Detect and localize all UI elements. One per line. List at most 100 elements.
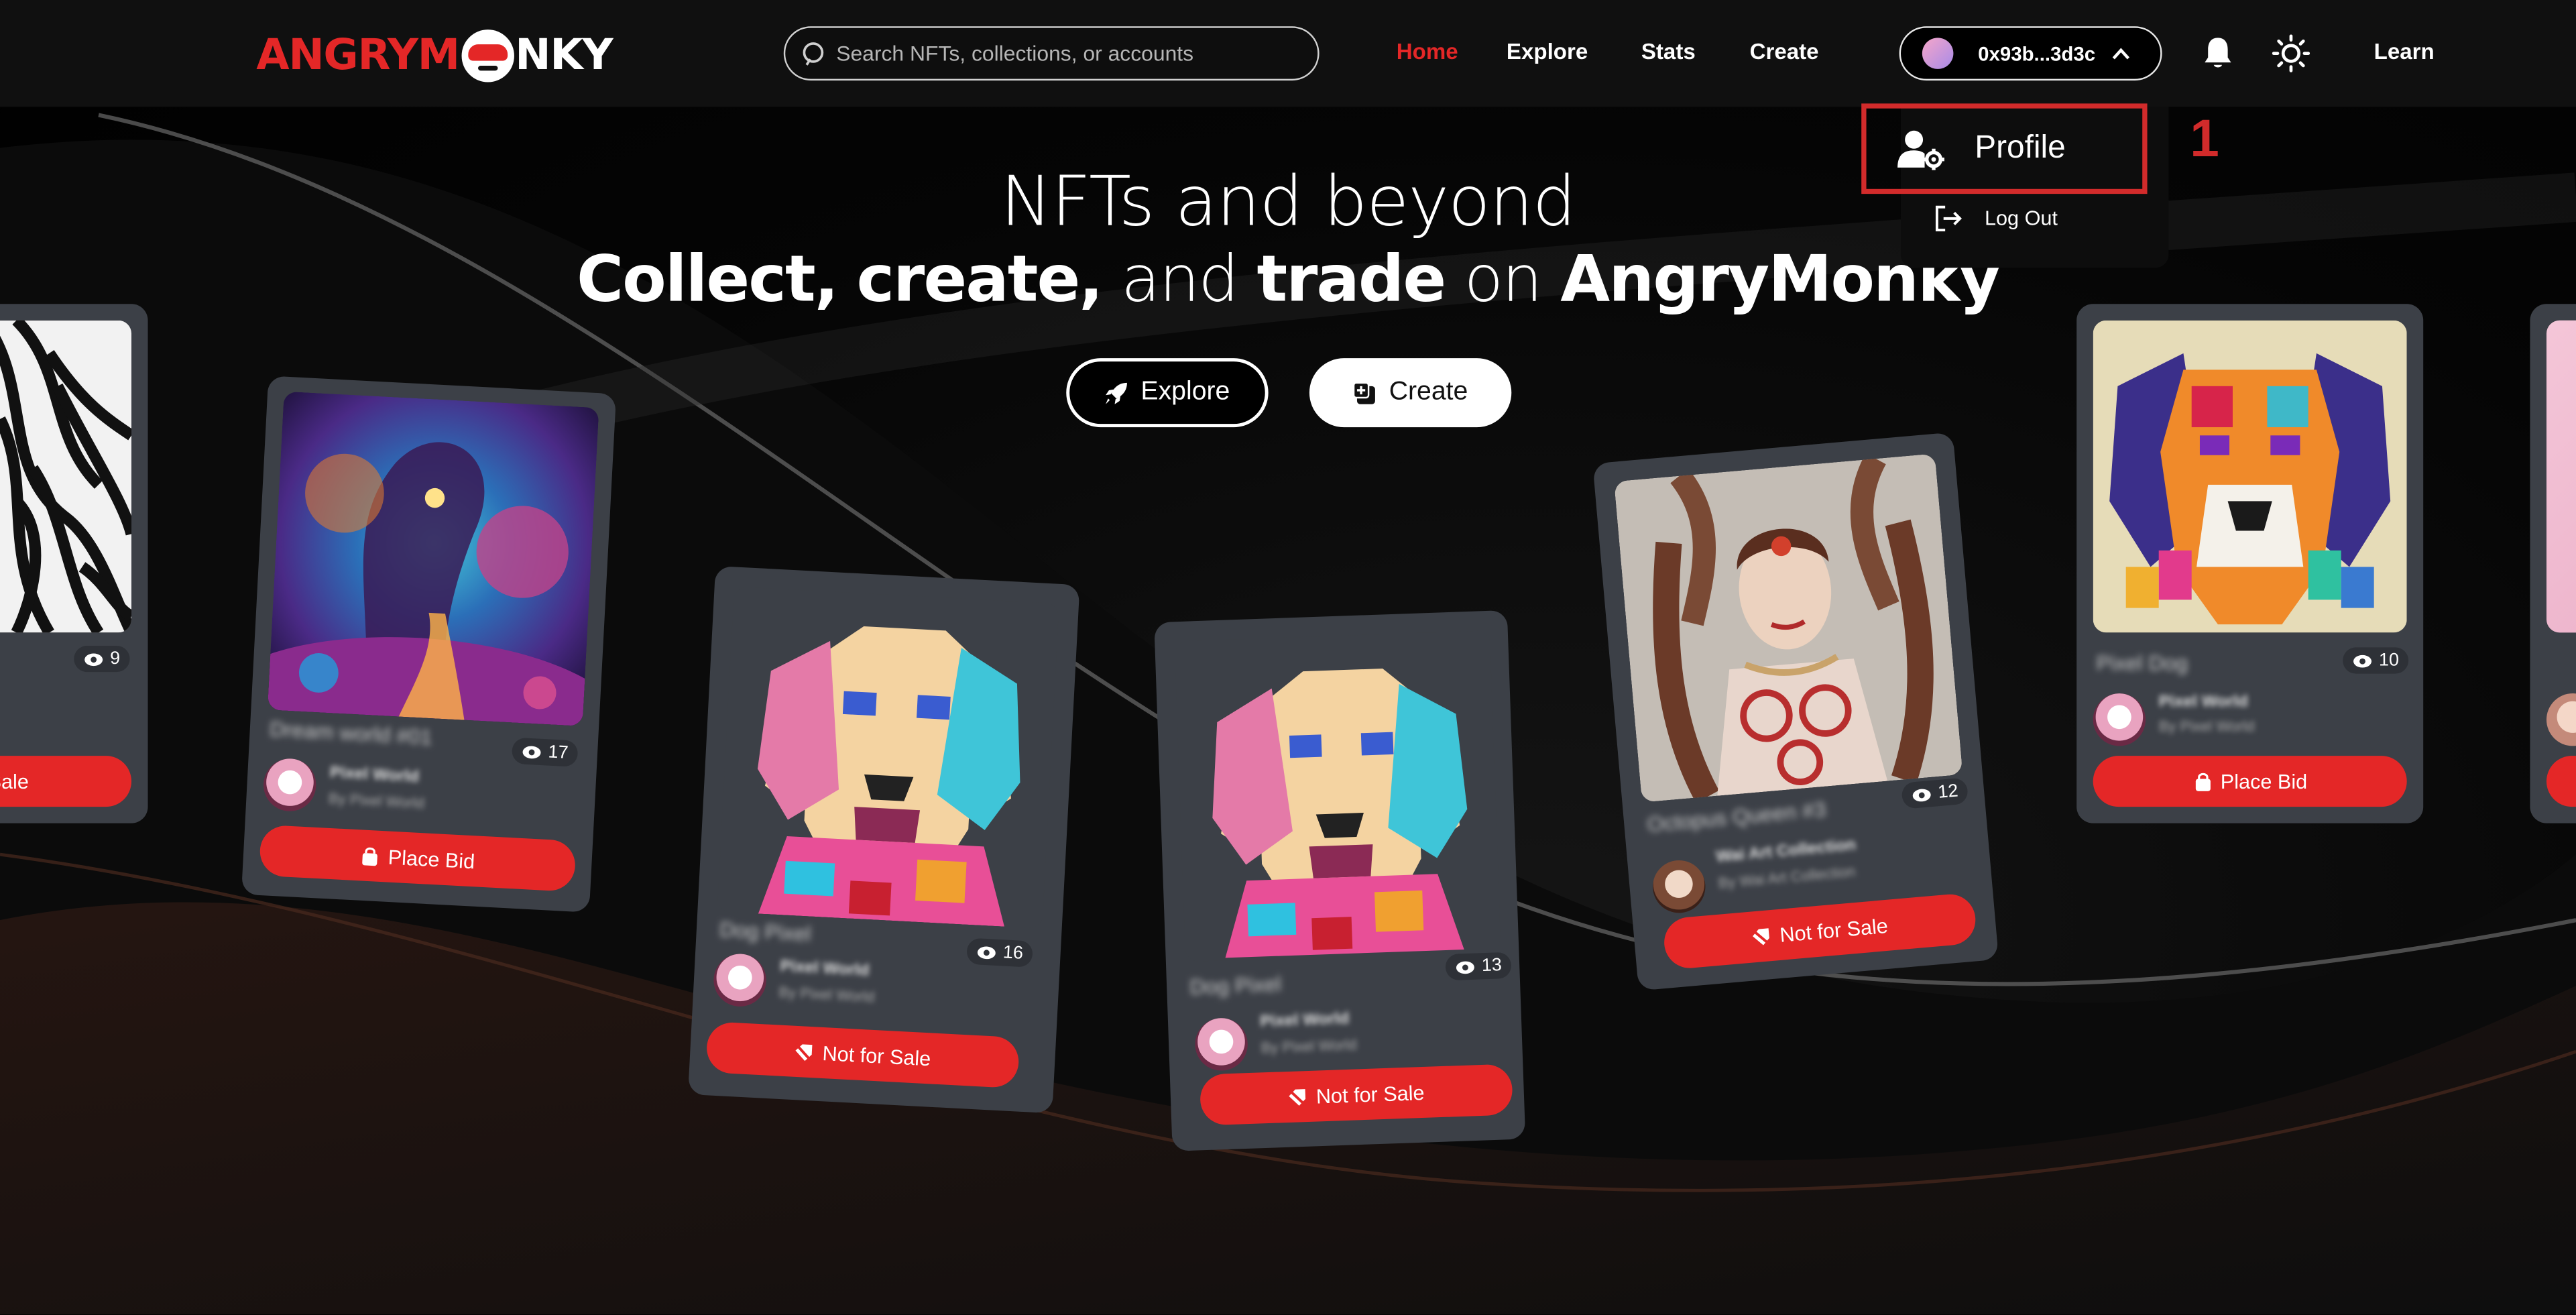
nft-artwork [717,586,1059,929]
owner-subtitle: By Pixel World [2158,718,2255,735]
hero-create-button[interactable]: Create [1309,358,1512,428]
nft-card[interactable]: Dream world #01 17 Pixel World By Pixel … [241,376,617,913]
card-title: Dog Pixel [719,916,812,946]
owner-avatar [712,952,768,1008]
owner-subtitle: By Pixel World [1261,1036,1357,1056]
nft-artwork [0,320,132,633]
nav-learn[interactable]: Learn [2374,40,2435,64]
owner-avatar [2546,693,2576,746]
hero-word-trade: trade [1256,243,1446,317]
nav-create[interactable]: Create [1750,40,1819,64]
nft-card[interactable]: Octopus Queen #3 12 Wai Art Collection B… [1592,432,1999,991]
nav-home[interactable]: Home [1397,40,1458,64]
view-count-value: 12 [1937,781,1959,803]
view-count: 10 [2343,647,2409,674]
eye-icon [977,946,996,958]
nft-card[interactable]: 9 Sale [0,304,148,823]
hero-title: NFTs and beyond [1000,161,1576,242]
eye-icon [84,652,103,665]
no-tag-icon [795,1042,813,1062]
shopping-bag-icon [362,846,378,865]
card-action-label: Place Bid [2220,769,2308,793]
nav-stats[interactable]: Stats [1641,40,1696,64]
view-count-value: 10 [2379,650,2400,671]
wallet-address: 0x93b...3d3c [1978,42,2096,65]
card-action-button[interactable]: Not for Sale [705,1021,1020,1089]
view-count: 17 [511,737,579,767]
wallet-button[interactable]: 0x93b...3d3c [1899,26,2162,81]
owner-name: Pixel World [329,764,420,787]
nft-artwork [267,391,599,726]
bell-icon[interactable] [2201,36,2234,70]
view-count: 12 [1901,777,1969,809]
hero-explore-button[interactable]: Explore [1066,358,1269,428]
hero-word-on: on [1464,243,1543,317]
logo-text-m: M [417,31,460,81]
logout-label: Log Out [1984,207,2058,231]
chevron-up-icon [2112,48,2130,60]
view-count: 13 [1445,952,1513,981]
view-count-value: 16 [1002,943,1024,964]
logo[interactable]: ANGRY M NKY [256,30,613,82]
card-title: Dog Pixel [1189,971,1282,1000]
owner-name: Pixel World [779,958,870,980]
owner-avatar [262,757,318,813]
no-tag-icon [1751,927,1772,945]
profile-label: Profile [1975,129,2066,166]
nft-artwork [2093,320,2407,633]
card-action-button[interactable]: Not for Sale [1199,1064,1513,1126]
annotation-number: 1 [2190,108,2219,168]
card-action-button[interactable]: Place Bid [2093,756,2407,807]
view-count-value: 17 [547,742,569,764]
hero-word-create: create, [856,243,1103,317]
shopping-bag-icon [2194,772,2210,791]
card-title: Dream world #01 [269,716,433,750]
view-count-value: 13 [1481,956,1503,976]
logo-text-angry: ANGRY [256,31,418,81]
navbar: ANGRY M NKY Home Explore Stats Create 0x… [0,0,2576,107]
owner-name: Pixel World [2158,693,2248,711]
view-count: 16 [966,937,1034,968]
view-count-value: 9 [110,648,121,669]
card-title: Pixel Dog [2096,650,2188,676]
search-bar[interactable] [783,26,1320,81]
account-dropdown: Profile Log Out [1861,103,2169,268]
card-title: Octopus Queen #3 [1646,796,1827,837]
card-action-label: Sale [0,769,29,793]
owner-subtitle: By Wai Art Collection [1717,862,1857,892]
hero-word-and: and [1121,243,1239,317]
hero-explore-label: Explore [1140,378,1230,406]
create-icon [1354,381,1377,404]
nft-artwork [1614,453,1963,803]
search-icon [803,41,824,65]
nav-explore[interactable]: Explore [1507,40,1588,64]
nft-artwork [2546,320,2576,633]
app-root: ANGRY M NKY Home Explore Stats Create 0x… [0,0,2576,1315]
nft-card[interactable]: Pixel Dog 10 Pixel World By Pixel World … [2076,304,2424,823]
nft-card[interactable] [2530,304,2576,823]
card-action-label: Not for Sale [1315,1080,1425,1108]
eye-icon [522,745,541,758]
logout-menu-item[interactable]: Log Out [1934,204,2058,233]
sun-icon[interactable] [2272,34,2310,72]
no-tag-icon [1288,1088,1307,1106]
profile-menu-item[interactable]: Profile [1861,103,2148,194]
card-action-button[interactable]: Place Bid [258,824,577,893]
card-action-button[interactable]: Not for Sale [1662,892,1978,970]
eye-icon [2353,654,2372,667]
wallet-avatar [1922,38,1954,69]
nft-card[interactable]: Dog Pixel 13 Pixel World By Pixel World … [1154,610,1526,1151]
monkey-face-icon [461,30,514,82]
owner-subtitle: By Pixel World [328,790,425,812]
card-action-button[interactable]: Sale [0,756,132,807]
logo-text-nky: NKY [515,31,613,81]
eye-icon [1456,960,1474,973]
owner-avatar [2093,693,2146,746]
owner-name: Wai Art Collection [1715,836,1857,867]
card-action-button[interactable] [2546,756,2576,807]
nft-card[interactable]: Dog Pixel 16 Pixel World By Pixel World … [688,565,1080,1114]
rocket-icon [1106,382,1128,404]
logout-icon [1935,205,1962,232]
card-action-label: Not for Sale [1778,913,1889,946]
search-input[interactable] [836,41,1297,66]
